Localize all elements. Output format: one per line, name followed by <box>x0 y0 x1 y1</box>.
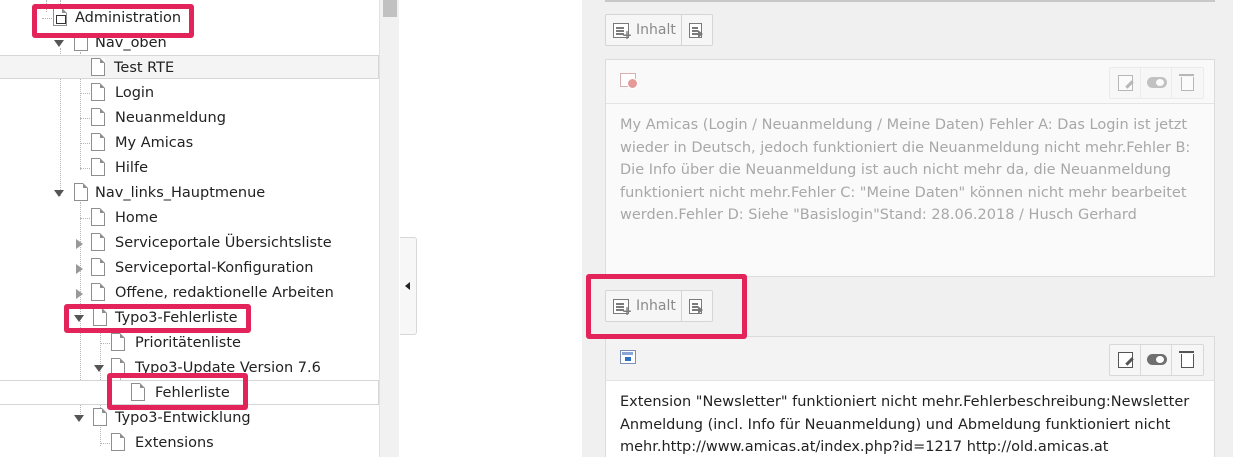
tree-item-test-rte[interactable]: Test RTE <box>0 55 379 79</box>
tree-item-label: Extensions <box>135 435 214 451</box>
new-content-toolbar: + Inhalt <box>605 14 713 46</box>
tree-item-label: Prioritätenliste <box>135 335 241 351</box>
visibility-toggle-icon[interactable] <box>1141 68 1172 98</box>
tree-item-extensions[interactable]: Extensions <box>0 431 379 456</box>
page-icon <box>93 408 107 426</box>
tree-item-label: Typo3-Entwicklung <box>115 410 251 426</box>
page-icon <box>91 133 105 151</box>
text-content-icon <box>620 350 636 364</box>
trash-icon[interactable] <box>1172 68 1203 98</box>
annotation-highlight <box>64 304 251 333</box>
tree-item-serviceportale-uebersichtsliste[interactable]: Serviceportale Übersichtsliste <box>0 231 379 256</box>
expand-toggle-icon[interactable] <box>76 289 83 299</box>
tree-item-prioritaetenliste[interactable]: Prioritätenliste <box>0 331 379 356</box>
tree-item-label: Test RTE <box>114 60 175 76</box>
tree-item-label: Nav_links_Hauptmenue <box>95 185 266 201</box>
trash-icon[interactable] <box>1172 345 1203 375</box>
tree-item-serviceportal-konfiguration[interactable]: Serviceportal-Konfiguration <box>0 256 379 281</box>
panel-divider <box>605 0 1215 2</box>
tree-item-label: My Amicas <box>115 135 194 151</box>
tree-item-nav-links-hauptmenue[interactable]: Nav_links_Hauptmenue <box>0 181 379 206</box>
content-element-text: Extension "Newsletter" funktioniert nich… <box>606 381 1214 457</box>
edit-icon[interactable] <box>1110 68 1141 98</box>
tree-item-label: Login <box>115 85 155 101</box>
hidden-content-icon <box>620 73 638 89</box>
tree-item-label: Hilfe <box>115 160 148 176</box>
page-icon <box>91 83 105 101</box>
plus-icon: + <box>622 28 633 42</box>
page-icon <box>91 108 105 126</box>
page-icon <box>91 258 105 276</box>
new-content-label: Inhalt <box>636 22 676 38</box>
page-icon <box>91 283 105 301</box>
paste-icon <box>689 23 704 38</box>
page-icon <box>111 433 125 451</box>
content-element-header <box>606 337 1214 381</box>
content-element-actions <box>1109 344 1204 376</box>
tree-item-hilfe[interactable]: Hilfe <box>0 156 379 181</box>
content-element: Extension "Newsletter" funktioniert nich… <box>605 336 1215 457</box>
content-element-header <box>606 60 1214 104</box>
visibility-toggle-icon[interactable] <box>1141 345 1172 375</box>
page-icon <box>91 233 105 251</box>
content-element-actions <box>1109 67 1204 99</box>
tree-item-offene-redaktionelle-arbeiten[interactable]: Offene, redaktionelle Arbeiten <box>0 281 379 306</box>
new-content-button[interactable]: + Inhalt <box>606 15 683 45</box>
expand-toggle-icon[interactable] <box>54 190 64 197</box>
content-element: My Amicas (Login / Neuanmeldung / Meine … <box>605 59 1215 277</box>
edit-icon[interactable] <box>1110 345 1141 375</box>
paste-button[interactable] <box>682 15 712 45</box>
expand-toggle-icon[interactable] <box>54 40 64 47</box>
page-icon <box>111 333 125 351</box>
tree-item-label: Neuanmeldung <box>115 110 226 126</box>
tree-item-my-amicas[interactable]: My Amicas <box>0 131 379 156</box>
chevron-left-icon <box>405 282 410 290</box>
tree-item-label: Offene, redaktionelle Arbeiten <box>115 285 334 301</box>
tree-item-home[interactable]: Home <box>0 206 379 231</box>
expand-toggle-icon[interactable] <box>76 264 83 274</box>
annotation-highlight <box>586 274 747 339</box>
tree-item-login[interactable]: Login <box>0 81 379 106</box>
scrollbar-thumb[interactable] <box>383 0 397 17</box>
page-icon <box>91 158 105 176</box>
annotation-highlight <box>107 373 248 410</box>
tree-item-neuanmeldung[interactable]: Neuanmeldung <box>0 106 379 131</box>
collapse-tree-button[interactable] <box>400 237 417 335</box>
tree-item-label: Serviceportal-Konfiguration <box>115 260 314 276</box>
page-icon <box>91 58 105 76</box>
tree-item-label: Home <box>115 210 158 226</box>
expand-toggle-icon[interactable] <box>76 239 83 249</box>
page-icon <box>91 208 105 226</box>
expand-toggle-icon[interactable] <box>94 365 104 372</box>
content-element-text: My Amicas (Login / Neuanmeldung / Meine … <box>620 117 1191 223</box>
page-icon <box>74 183 88 201</box>
annotation-highlight <box>32 4 194 38</box>
tree-scrollbar[interactable] <box>379 0 399 457</box>
tree-item-label: Serviceportale Übersichtsliste <box>115 235 332 251</box>
expand-toggle-icon[interactable] <box>74 415 84 422</box>
